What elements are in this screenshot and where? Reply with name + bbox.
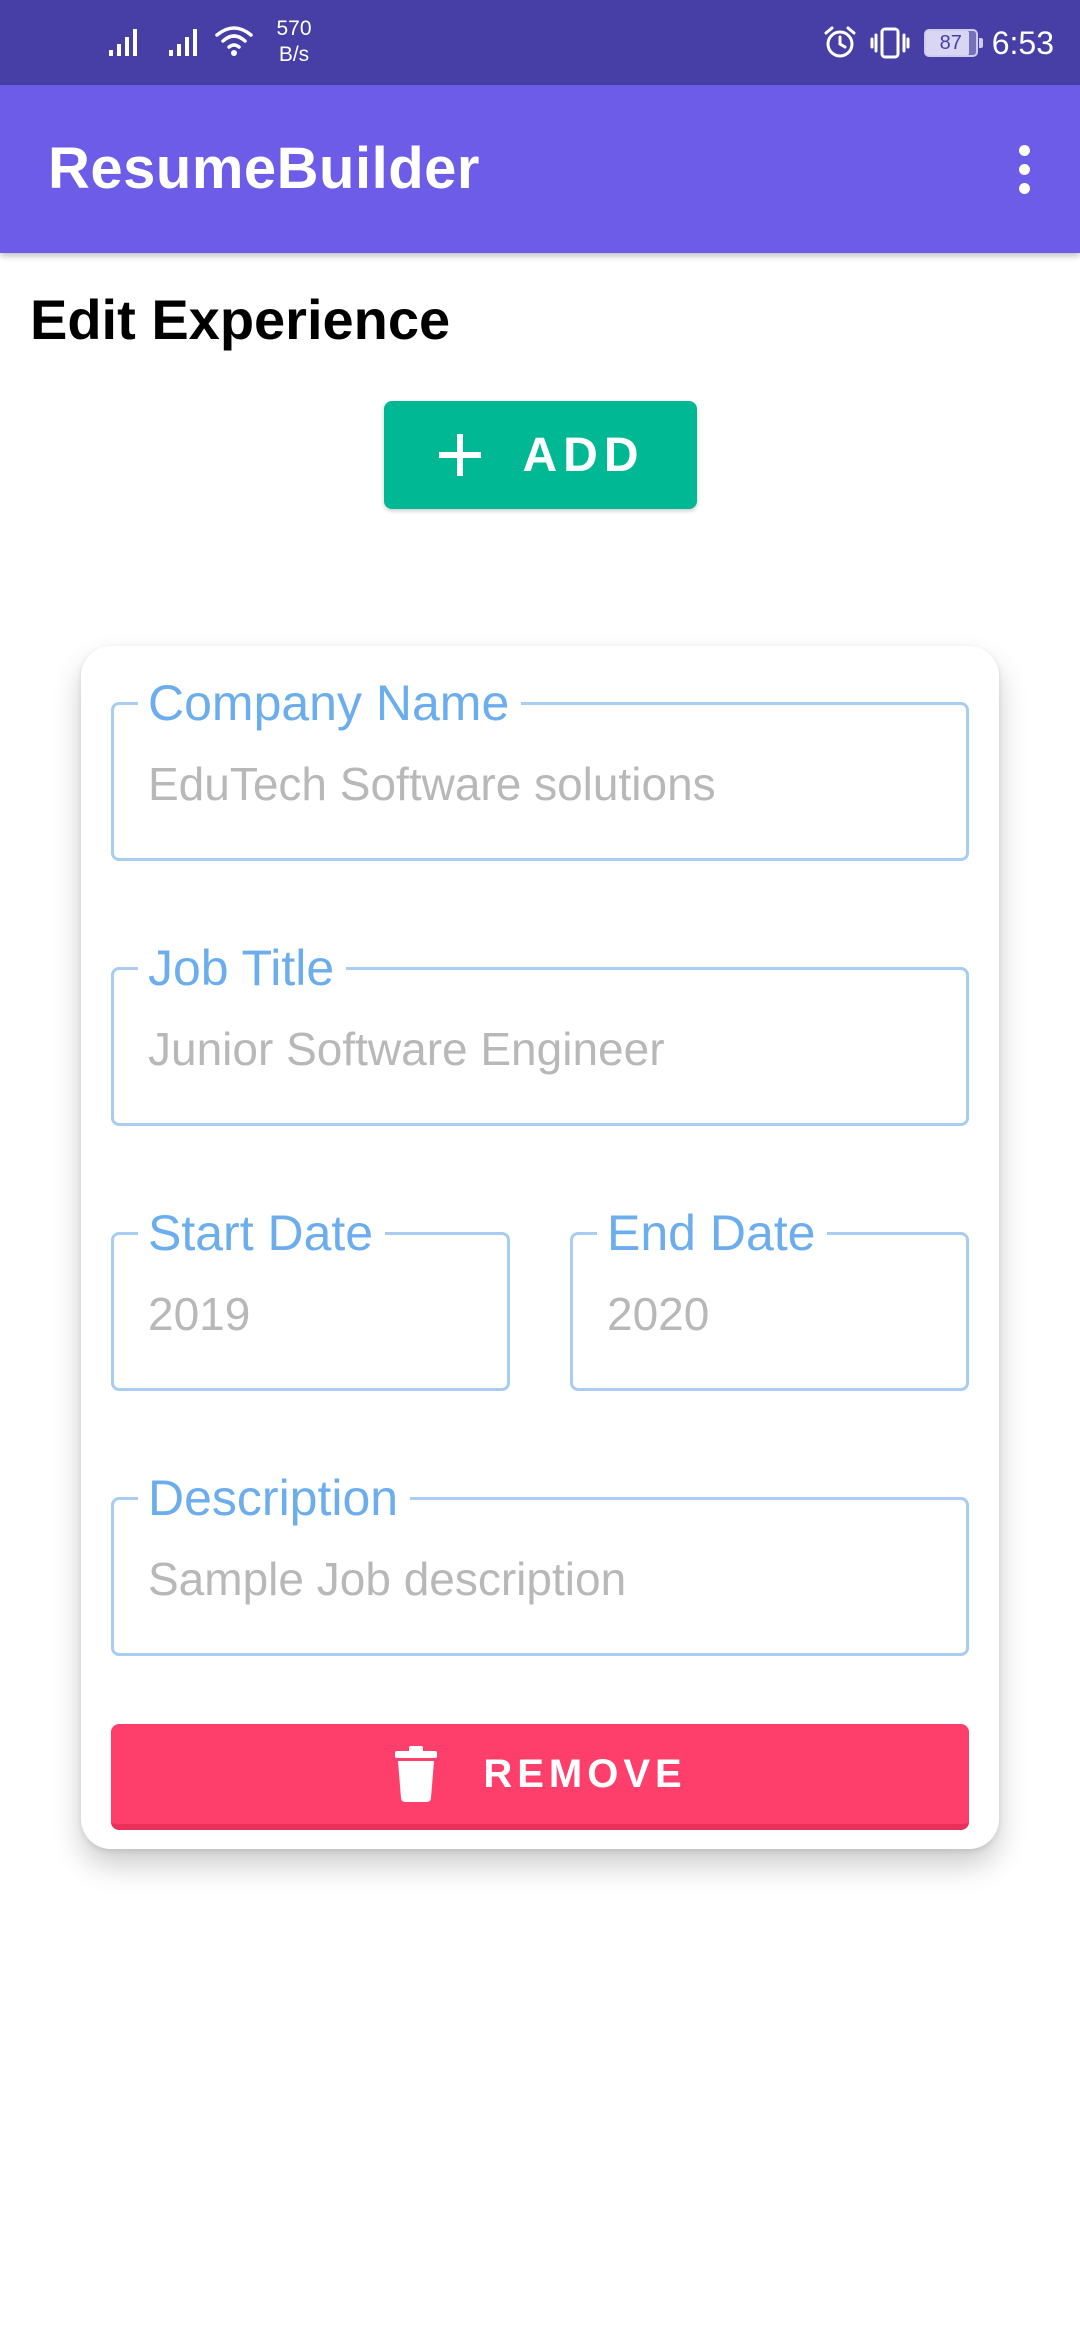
overflow-dot [1018,144,1030,156]
start-date-label: Start Date [138,1203,386,1263]
remove-button-label: REMOVE [483,1751,687,1796]
app-title: ResumeBuilder [48,136,480,201]
signal-2-icon [168,24,204,58]
network-speed-unit: B/s [278,43,310,66]
battery-level: 87 [939,32,962,54]
add-experience-button[interactable]: ADD [384,401,697,509]
status-bar: 570 B/s 87 6:53 [0,0,1080,85]
overflow-dot [1018,182,1030,194]
signal-1-icon [108,24,144,58]
company-name-value: EduTech Software solutions [148,758,716,810]
battery-icon: 87 [923,29,983,57]
trash-icon [395,1746,438,1802]
wifi-icon [214,22,254,56]
end-date-value: 2020 [607,1288,710,1340]
experience-card: Company Name EduTech Software solutions … [81,646,999,1849]
status-bar-right: 87 6:53 [822,18,1054,68]
vibrate-icon [870,27,910,59]
company-name-field[interactable]: Company Name EduTech Software solutions [111,673,969,861]
description-field[interactable]: Description Sample Job description [111,1468,969,1656]
end-date-field[interactable]: End Date 2020 [570,1203,969,1391]
job-title-label: Job Title [138,938,347,998]
page-title: Edit Experience [30,288,451,351]
description-value: Sample Job description [148,1553,627,1605]
network-speed: 570 B/s [264,16,324,68]
clock: 6:53 [991,24,1054,61]
description-label: Description [138,1468,411,1528]
alarm-icon [824,26,856,58]
plus-icon [438,434,481,476]
end-date-label: End Date [597,1203,828,1263]
overflow-menu-icon[interactable] [992,135,1056,203]
add-button-label: ADD [522,428,645,482]
network-speed-value: 570 [276,17,312,40]
job-title-value: Junior Software Engineer [148,1023,665,1075]
job-title-field[interactable]: Job Title Junior Software Engineer [111,938,969,1126]
start-date-value: 2019 [148,1288,251,1340]
company-name-label: Company Name [138,673,522,733]
app-bar: ResumeBuilder [0,85,1080,253]
start-date-field[interactable]: Start Date 2019 [111,1203,510,1391]
remove-experience-button[interactable]: REMOVE [111,1724,969,1830]
overflow-dot [1018,163,1030,175]
